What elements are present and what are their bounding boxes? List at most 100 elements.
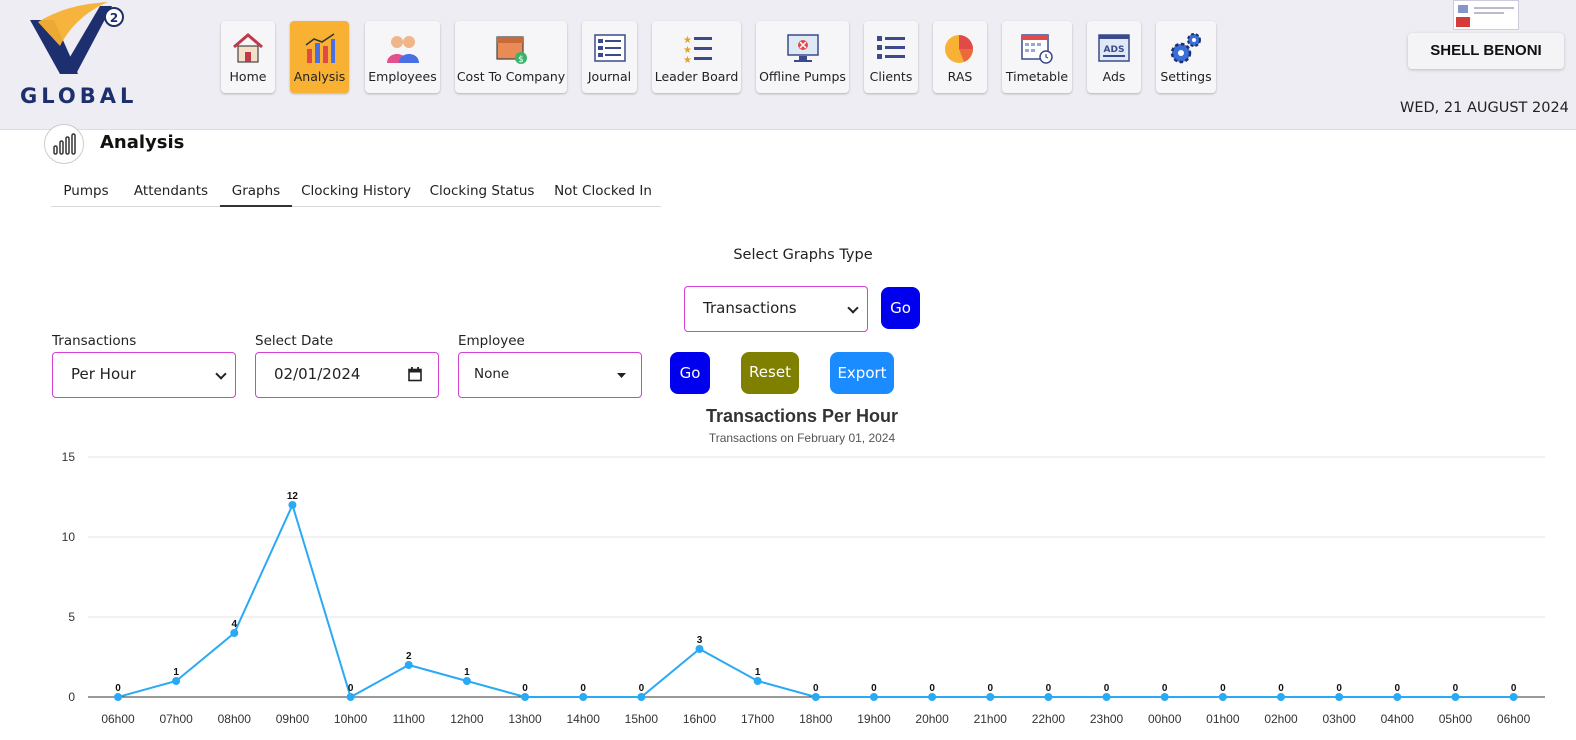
x-tick-label: 23h00 [1090,712,1124,726]
data-label: 0 [639,683,645,694]
data-point[interactable] [928,693,937,701]
x-tick-label: 13h00 [508,712,542,726]
chart-subtitle: Transactions on February 01, 2024 [709,431,896,445]
data-point[interactable] [230,629,239,637]
data-point[interactable] [1102,693,1111,701]
graph-type-select[interactable]: Transactions [684,286,868,332]
data-point[interactable] [869,693,878,701]
data-point[interactable] [404,661,413,669]
data-label: 0 [1511,683,1517,694]
x-tick-label: 06h00 [101,712,135,726]
journal-icon [593,34,626,62]
nav-settings[interactable]: Settings [1156,21,1216,93]
user-station-button[interactable]: SHELL BENONI [1408,33,1564,69]
data-label: 0 [1162,683,1168,694]
tab-clocking-history[interactable]: Clocking History [300,176,412,207]
nav-home[interactable]: Home [221,21,275,93]
nav-leader-board[interactable]: ★ ★ ★ Leader Board [652,21,741,93]
data-point[interactable] [114,693,122,701]
series-line [117,502,1514,699]
logo-check-icon: 2 [30,2,124,74]
calendar-icon[interactable] [408,367,422,382]
data-label: 0 [1220,683,1226,694]
nav-employees[interactable]: Employees [365,21,440,93]
data-point[interactable] [986,693,995,701]
pie-chart-icon [945,35,973,63]
data-point[interactable] [753,677,762,685]
svg-text:$: $ [518,55,524,65]
data-point[interactable] [811,693,820,701]
x-tick-label: 12h00 [450,712,484,726]
gears-icon [1170,33,1201,64]
transactions-label: Transactions [52,333,137,349]
data-label: 2 [406,651,412,662]
employee-select[interactable]: None [458,352,642,398]
nav-label: Clients [869,69,913,84]
nav-label: RAS [947,69,973,84]
x-tick-label: 19h00 [857,712,891,726]
data-label: 0 [1336,683,1342,694]
data-label: 0 [522,683,528,694]
x-tick-label: 03h00 [1322,712,1356,726]
data-point[interactable] [637,693,646,701]
data-point[interactable] [462,677,471,685]
x-tick-label: 09h00 [276,712,310,726]
svg-text:ADS: ADS [1104,45,1125,55]
nav-timetable[interactable]: Timetable [1002,21,1072,93]
nav-offline-pumps[interactable]: Offline Pumps [756,21,849,93]
date-value: 02/01/2024 [274,365,361,383]
nav-clients[interactable]: Clients [864,21,918,93]
nav-label: Employees [368,69,437,84]
data-label: 0 [115,683,121,694]
screen-preview-thumbnail[interactable] [1453,0,1519,30]
tab-not-clocked-in[interactable]: Not Clocked In [553,176,653,207]
x-tick-label: 10h00 [334,712,368,726]
nav-label: Leader Board [654,69,739,84]
nav-label: Analysis [293,69,346,84]
data-point[interactable] [521,693,530,701]
employee-value: None [474,366,510,382]
nav-ras[interactable]: RAS [933,21,987,93]
cost-box-icon: $ [496,36,527,65]
analysis-tabs: Pumps Attendants Graphs Clocking History… [51,176,661,207]
export-button[interactable]: Export [830,352,894,394]
data-point[interactable] [1509,693,1518,701]
x-tick-label: 08h00 [218,712,252,726]
data-point[interactable] [1160,693,1169,701]
analysis-icon [305,33,335,63]
data-point[interactable] [1393,693,1402,701]
data-label: 0 [1278,683,1284,694]
data-point[interactable] [1218,693,1227,701]
data-point[interactable] [1335,693,1344,701]
data-point[interactable] [172,677,181,685]
reset-button[interactable]: Reset [741,352,799,394]
data-point[interactable] [695,645,704,653]
data-point[interactable] [1451,693,1460,701]
top-bar: 2 GLOBAL Home Analysis Employees $ Cost … [0,0,1576,130]
data-point[interactable] [1277,693,1285,701]
tab-clocking-status[interactable]: Clocking Status [429,176,535,207]
nav-ads[interactable]: ADS Ads [1087,21,1141,93]
nav-label: Offline Pumps [759,69,846,84]
nav-cost-to-company[interactable]: $ Cost To Company [455,21,567,93]
data-point[interactable] [579,693,588,701]
chart-title: Transactions Per Hour [706,406,898,426]
nav-analysis[interactable]: Analysis [290,21,349,93]
date-input[interactable]: 02/01/2024 [255,352,439,398]
data-point[interactable] [288,501,297,509]
tab-graphs[interactable]: Graphs [220,176,292,207]
y-tick-label: 10 [62,530,76,544]
nav-journal[interactable]: Journal [582,21,637,93]
graph-type-go-button[interactable]: Go [881,287,920,329]
employee-label: Employee [458,333,525,349]
data-label: 0 [813,683,819,694]
data-point[interactable] [1044,693,1053,701]
tab-pumps[interactable]: Pumps [51,176,121,207]
data-label: 0 [1046,683,1052,694]
data-point[interactable] [346,693,355,701]
filter-go-button[interactable]: Go [670,352,710,394]
logo[interactable]: 2 GLOBAL [8,0,133,110]
tab-attendants[interactable]: Attendants [131,176,211,207]
transactions-period-select[interactable]: Per Hour [52,352,236,398]
x-tick-label: 22h00 [1032,712,1066,726]
